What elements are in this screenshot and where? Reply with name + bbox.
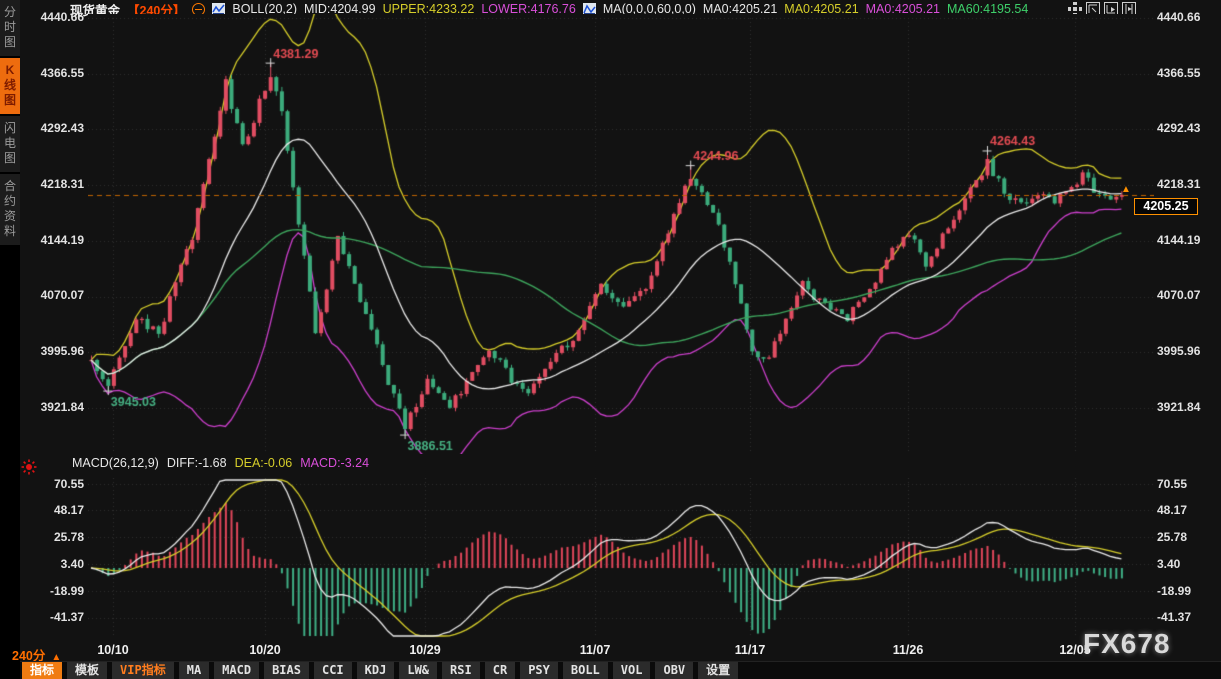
y-axis-label: 3921.84 xyxy=(18,400,84,414)
tab-boll[interactable]: BOLL xyxy=(563,662,608,679)
price-up-arrow-icon: ▲ xyxy=(1121,184,1131,195)
tab-ma[interactable]: MA xyxy=(179,662,209,679)
macd-axis-label: -18.99 xyxy=(1157,584,1217,598)
y-axis-label: 3995.96 xyxy=(18,344,84,358)
macd-axis-label: 3.40 xyxy=(1157,557,1217,571)
x-axis-date: 11/26 xyxy=(878,643,938,657)
y-axis-label: 4366.55 xyxy=(1157,66,1217,80)
x-axis-date: 10/29 xyxy=(395,643,455,657)
sidebar-item-kline-chart[interactable]: K线图 xyxy=(0,58,20,114)
macd-axis-label: -41.37 xyxy=(18,610,84,624)
tab-bias[interactable]: BIAS xyxy=(264,662,309,679)
macd-axis-label: -18.99 xyxy=(18,584,84,598)
macd-axis-label: 70.55 xyxy=(1157,477,1217,491)
macd-diff-value: DIFF:-1.68 xyxy=(167,456,227,470)
macd-value: MACD:-3.24 xyxy=(300,456,369,470)
macd-axis-label: 25.78 xyxy=(18,530,84,544)
y-axis-label: 3995.96 xyxy=(1157,344,1217,358)
y-axis-label: 4440.66 xyxy=(18,10,84,24)
current-price-box: 4205.25 xyxy=(1134,198,1198,215)
y-axis-label: 4292.43 xyxy=(1157,121,1217,135)
macd-params-label: MACD(26,12,9) xyxy=(72,456,159,470)
y-axis-label: 3921.84 xyxy=(1157,400,1217,414)
y-axis-label: 4070.07 xyxy=(18,288,84,302)
x-axis-date: 11/17 xyxy=(720,643,780,657)
x-axis-date: 10/10 xyxy=(83,643,143,657)
y-axis-label: 4218.31 xyxy=(18,177,84,191)
tab-obv[interactable]: OBV xyxy=(655,662,693,679)
macd-axis-label: 25.78 xyxy=(1157,530,1217,544)
tab-macd[interactable]: MACD xyxy=(214,662,259,679)
y-axis-label: 4366.55 xyxy=(18,66,84,80)
tab-vip-indicator[interactable]: VIP指标 xyxy=(112,662,174,679)
y-axis-label: 4440.66 xyxy=(1157,10,1217,24)
tab-rsi[interactable]: RSI xyxy=(442,662,480,679)
tab-template[interactable]: 模板 xyxy=(67,662,107,679)
sidebar-item-time-chart[interactable]: 分时图 xyxy=(0,0,20,56)
sidebar-item-contract-info[interactable]: 合约资料 xyxy=(0,174,20,245)
y-axis-label: 4218.31 xyxy=(1157,177,1217,191)
macd-axis-label: 70.55 xyxy=(18,477,84,491)
macd-header: MACD(26,12,9) DIFF:-1.68 DEA:-0.06 MACD:… xyxy=(72,456,369,470)
tab-indicator[interactable]: 指标 xyxy=(22,662,62,679)
sidebar: 分时图 K线图 闪电图 合约资料 xyxy=(0,0,20,679)
main-chart-canvas[interactable] xyxy=(88,14,1154,454)
x-axis-date: 11/07 xyxy=(565,643,625,657)
tab-cr[interactable]: CR xyxy=(485,662,515,679)
x-axis-date: 10/20 xyxy=(235,643,295,657)
tab-settings[interactable]: 设置 xyxy=(698,662,738,679)
sidebar-item-lightning-chart[interactable]: 闪电图 xyxy=(0,116,20,172)
fx678-watermark: FX678 xyxy=(1083,628,1171,660)
tab-vol[interactable]: VOL xyxy=(613,662,651,679)
indicator-tabbar: 指标 模板 VIP指标 MA MACD BIAS CCI KDJ LW& RSI… xyxy=(20,661,1221,679)
y-axis-label: 4144.19 xyxy=(18,233,84,247)
trading-app-window: 分时图 K线图 闪电图 合约资料 现货黄金 【240分】 BOLL(20,2) … xyxy=(0,0,1221,679)
macd-axis-label: -41.37 xyxy=(1157,610,1217,624)
y-axis-label: 4292.43 xyxy=(18,121,84,135)
macd-axis-label: 3.40 xyxy=(18,557,84,571)
y-axis-label: 4144.19 xyxy=(1157,233,1217,247)
tab-psy[interactable]: PSY xyxy=(520,662,558,679)
macd-chart-canvas[interactable] xyxy=(88,478,1154,638)
tab-kdj[interactable]: KDJ xyxy=(357,662,395,679)
macd-axis-label: 48.17 xyxy=(1157,503,1217,517)
tab-lw[interactable]: LW& xyxy=(399,662,437,679)
macd-axis-label: 48.17 xyxy=(18,503,84,517)
tab-cci[interactable]: CCI xyxy=(314,662,352,679)
indicator-settings-icon[interactable] xyxy=(21,459,37,475)
y-axis-label: 4070.07 xyxy=(1157,288,1217,302)
macd-dea-value: DEA:-0.06 xyxy=(235,456,293,470)
